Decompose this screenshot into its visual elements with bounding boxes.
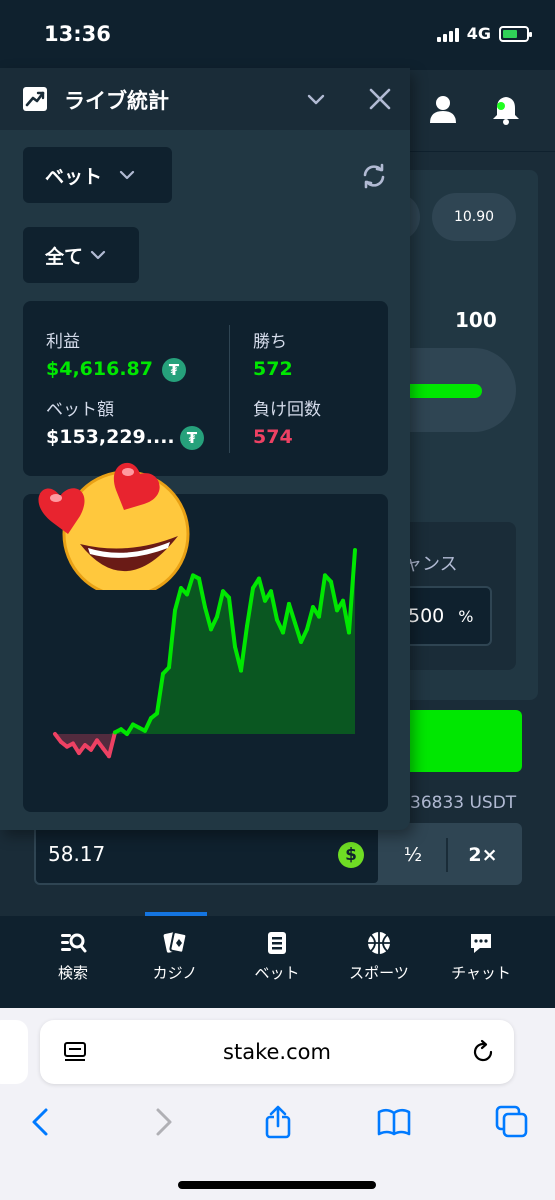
recent-result-chip: 10.90 bbox=[432, 193, 516, 241]
battery-icon bbox=[499, 25, 532, 42]
percent-icon: % bbox=[458, 606, 474, 626]
wins-label: 勝ち bbox=[253, 332, 287, 352]
tab-sports[interactable]: スポーツ bbox=[334, 930, 424, 983]
status-time: 13:36 bbox=[44, 22, 111, 46]
bet-buttons-divider bbox=[446, 838, 448, 872]
wagered-value: $153,229.... bbox=[46, 426, 175, 448]
balance-text: 36833 USDT bbox=[410, 793, 517, 813]
casino-cards-icon bbox=[163, 931, 188, 954]
tab-casino-label: カジノ bbox=[152, 964, 198, 982]
win-chance-label: ャンス bbox=[404, 554, 458, 575]
home-indicator bbox=[178, 1181, 376, 1189]
user-icon[interactable] bbox=[428, 94, 458, 124]
tab-bets-label: ベット bbox=[254, 964, 300, 982]
wins-value: 572 bbox=[253, 358, 293, 380]
stats-type-value: ベット bbox=[45, 165, 103, 188]
bet-amount-input[interactable]: 58.17 bbox=[36, 825, 378, 883]
share-icon[interactable] bbox=[260, 1104, 296, 1140]
profit-value: $4,616.87 bbox=[46, 358, 153, 380]
tab-chat-label: チャット bbox=[451, 964, 511, 982]
live-stats-header[interactable]: ライブ統計 bbox=[0, 68, 410, 130]
network-label: 4G bbox=[466, 24, 491, 43]
dice-slider-fill[interactable] bbox=[400, 384, 482, 398]
chevron-down-icon[interactable] bbox=[306, 89, 326, 109]
tab-casino[interactable]: カジノ bbox=[130, 930, 220, 983]
stats-type-select[interactable]: ベット bbox=[23, 147, 172, 203]
forward-arrow-icon[interactable] bbox=[144, 1104, 180, 1140]
status-bar: 13:36 4G bbox=[0, 0, 555, 70]
heart-eyes-emoji bbox=[38, 462, 190, 590]
reload-icon[interactable] bbox=[470, 1039, 496, 1065]
trending-chart-icon bbox=[23, 87, 47, 111]
tabs-icon[interactable] bbox=[494, 1104, 530, 1140]
refresh-icon[interactable] bbox=[360, 162, 388, 190]
notification-bell-icon[interactable] bbox=[490, 94, 522, 126]
tab-bets[interactable]: ベット bbox=[232, 930, 322, 983]
bet-amount-value: 58.17 bbox=[48, 842, 106, 866]
tab-search[interactable]: 検索 bbox=[28, 930, 118, 983]
chat-icon bbox=[471, 934, 491, 953]
tab-search-label: 検索 bbox=[57, 964, 88, 982]
half-bet-button[interactable]: ½ bbox=[380, 835, 446, 875]
currency-filter-value: 全て bbox=[45, 245, 84, 268]
close-icon[interactable] bbox=[368, 87, 392, 111]
win-chance-input[interactable]: 500 % bbox=[396, 586, 492, 646]
currency-filter-select[interactable]: 全て bbox=[23, 227, 139, 283]
dollar-coin-icon: $ bbox=[338, 842, 364, 868]
back-arrow-icon[interactable] bbox=[24, 1104, 60, 1140]
win-chance-value: 500 bbox=[408, 605, 445, 627]
live-stats-title: ライブ統計 bbox=[64, 89, 169, 113]
tether-icon: ₮ bbox=[162, 358, 186, 382]
tab-chat[interactable]: チャット bbox=[436, 930, 526, 983]
double-bet-button[interactable]: 2× bbox=[450, 835, 516, 875]
stats-divider bbox=[229, 325, 230, 453]
tab-sports-label: スポーツ bbox=[349, 964, 409, 982]
search-icon bbox=[61, 933, 87, 953]
wagered-label: ベット額 bbox=[46, 400, 114, 420]
profit-label: 利益 bbox=[46, 332, 80, 352]
bet-slip-icon bbox=[268, 932, 286, 954]
range-max-label: 100 bbox=[455, 308, 497, 332]
signal-icon bbox=[436, 26, 459, 42]
losses-value: 574 bbox=[253, 426, 293, 448]
previous-tab-preview[interactable] bbox=[0, 1020, 28, 1084]
tether-icon: ₮ bbox=[180, 426, 204, 450]
losses-label: 負け回数 bbox=[253, 400, 321, 420]
bookmarks-icon[interactable] bbox=[376, 1104, 412, 1140]
basketball-icon bbox=[368, 932, 390, 954]
address-url: stake.com bbox=[223, 1040, 331, 1064]
chevron-down-icon bbox=[119, 170, 135, 180]
chevron-down-icon bbox=[90, 250, 106, 260]
